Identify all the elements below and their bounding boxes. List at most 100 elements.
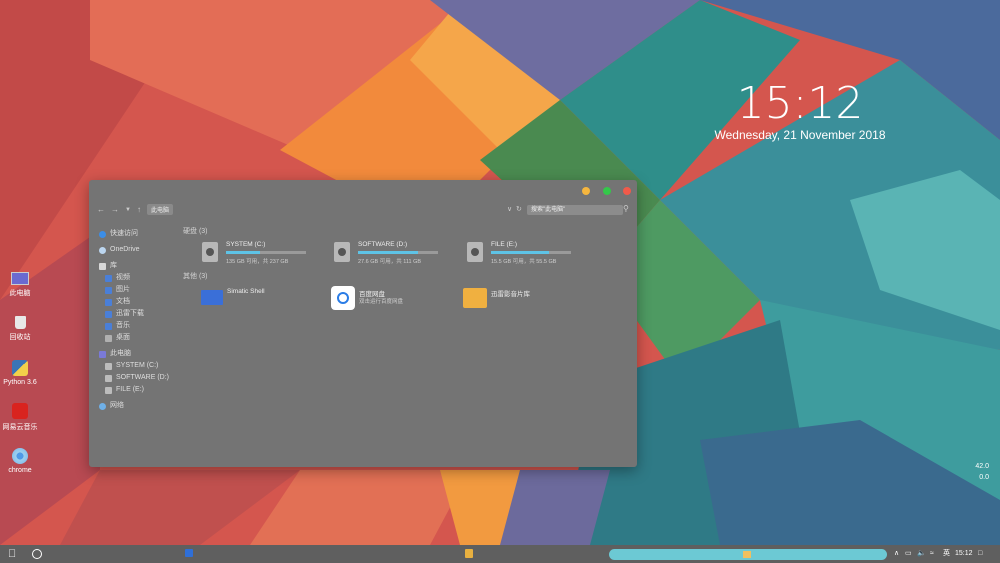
- minimize-button[interactable]: [582, 187, 590, 195]
- computer-icon: [11, 272, 29, 285]
- drive-item-e[interactable]: FILE (E:) 15.5 GB 可用，共 55.5 GB: [467, 240, 577, 266]
- download-folder-icon: [105, 310, 112, 318]
- notification-icon[interactable]: □: [978, 545, 982, 563]
- desktop-icon-python[interactable]: Python 3.6: [0, 360, 40, 386]
- drive-usage-bar: [358, 251, 438, 254]
- folder-icon: [743, 551, 751, 558]
- sidebar-item-network[interactable]: 网络: [99, 400, 179, 412]
- drive-space: 135 GB 可用，共 237 GB: [226, 259, 289, 265]
- meter-readout: 42.0 0.0: [969, 461, 989, 483]
- navigation-pane: 快速访问 OneDrive 库 视频 图片 文档 迅雷下载 音乐 桌面 此电脑 …: [99, 228, 179, 412]
- cortana-circle-icon[interactable]: [32, 549, 42, 559]
- apple-logo-icon[interactable]: : [8, 548, 18, 560]
- drive-name: SYSTEM (C:): [226, 241, 266, 248]
- app-item-baidu-netdisk[interactable]: 百度网盘 双击运行百度网盘: [331, 286, 451, 312]
- sidebar-item-label: OneDrive: [110, 246, 140, 253]
- sidebar-item-xunlei-downloads[interactable]: 迅雷下载: [99, 308, 179, 320]
- sidebar-item-music[interactable]: 音乐: [99, 320, 179, 332]
- network-tray-icon[interactable]: ≈: [930, 545, 934, 563]
- battery-icon[interactable]: ▭: [905, 545, 912, 563]
- forward-arrow-icon[interactable]: →: [111, 205, 119, 214]
- desktop-icon-chrome[interactable]: chrome: [0, 448, 40, 474]
- video-folder-icon: [105, 274, 112, 282]
- file-explorer-window[interactable]: ← → ▼ ↑ 此电脑 ∨ ↻ 搜索"此电脑" ⚲ 快速访问 OneDrive …: [89, 180, 637, 467]
- sidebar-item-label: 文档: [116, 298, 130, 305]
- search-input[interactable]: 搜索"此电脑": [527, 205, 623, 215]
- clock-date: Wednesday, 21 November 2018: [714, 128, 886, 142]
- chrome-icon: [12, 448, 28, 464]
- sidebar-item-label: SOFTWARE (D:): [116, 374, 170, 381]
- taskbar-app-icon[interactable]: [185, 549, 193, 557]
- netease-music-icon: [12, 403, 28, 419]
- drive-item-d[interactable]: SOFTWARE (D:) 27.6 GB 可用，共 111 GB: [334, 240, 444, 266]
- chevron-down-icon[interactable]: ▼: [125, 207, 131, 213]
- meter-readout-line2: 0.0: [979, 474, 989, 481]
- sidebar-item-onedrive[interactable]: OneDrive: [99, 244, 179, 256]
- desktop-icon-label: 此电脑: [9, 290, 31, 297]
- drives-group-heading[interactable]: 硬盘 (3): [183, 226, 208, 236]
- hard-drive-icon: [467, 242, 483, 262]
- folder-name: Simatic Shell: [227, 288, 265, 295]
- drive-item-c[interactable]: SYSTEM (C:) 135 GB 可用，共 237 GB: [202, 240, 312, 266]
- library-icon: [99, 262, 106, 270]
- dropdown-chevron-icon[interactable]: ∨: [507, 205, 512, 213]
- sidebar-item-documents[interactable]: 文档: [99, 296, 179, 308]
- folder-item-simatic-shell[interactable]: Simatic Shell: [199, 286, 319, 312]
- sidebar-item-library[interactable]: 库: [99, 260, 179, 272]
- desktop-folder-icon: [105, 334, 112, 342]
- drive-usage-fill: [226, 251, 261, 254]
- drive-usage-bar: [226, 251, 306, 254]
- desktop-icon-label: Python 3.6: [3, 379, 37, 386]
- drive-usage-bar: [491, 251, 571, 254]
- taskbar-clock[interactable]: 15:12: [955, 545, 973, 563]
- tray-chevron-up-icon[interactable]: ∧: [894, 545, 899, 563]
- baidu-netdisk-icon: [331, 286, 355, 310]
- desktop-icon-recycle-bin[interactable]: 回收站: [0, 316, 40, 342]
- sidebar-item-videos[interactable]: 视频: [99, 272, 179, 284]
- hard-drive-icon: [334, 242, 350, 262]
- refresh-icon[interactable]: ↻: [516, 205, 522, 213]
- sidebar-item-pictures[interactable]: 图片: [99, 284, 179, 296]
- input-language[interactable]: 英: [943, 545, 950, 563]
- cloud-icon: [99, 246, 106, 254]
- drive-icon: [105, 386, 112, 394]
- sidebar-item-drive-c[interactable]: SYSTEM (C:): [99, 360, 179, 372]
- up-arrow-icon[interactable]: ↑: [137, 205, 141, 214]
- sidebar-item-label: 库: [110, 262, 117, 269]
- sidebar-item-quick-access[interactable]: 快速访问: [99, 228, 179, 240]
- desktop-icon-netease-music[interactable]: 网易云音乐: [0, 403, 40, 432]
- address-bar[interactable]: 此电脑: [146, 204, 173, 215]
- sidebar-item-label: 迅雷下载: [116, 310, 144, 317]
- computer-icon: [99, 350, 106, 358]
- sidebar-item-desktop[interactable]: 桌面: [99, 332, 179, 344]
- python-icon: [12, 360, 28, 376]
- desktop-icon-label: 网易云音乐: [2, 424, 38, 431]
- sidebar-item-drive-e[interactable]: FILE (E:): [99, 384, 179, 396]
- taskbar-active-window-pill[interactable]: [609, 549, 887, 560]
- sidebar-item-label: FILE (E:): [116, 386, 145, 393]
- back-arrow-icon[interactable]: ←: [97, 205, 105, 214]
- search-icon[interactable]: ⚲: [623, 204, 629, 213]
- clock-time: 15:12: [736, 78, 864, 129]
- drive-icon: [105, 374, 112, 382]
- sidebar-item-drive-d[interactable]: SOFTWARE (D:): [99, 372, 179, 384]
- xunlei-folder-icon: [463, 288, 487, 308]
- hard-drive-icon: [202, 242, 218, 262]
- close-button[interactable]: [623, 187, 631, 195]
- desktop-icon-this-pc[interactable]: 此电脑: [0, 272, 40, 298]
- other-group-heading[interactable]: 其他 (3): [183, 271, 208, 281]
- app-description: 双击运行百度网盘: [359, 299, 404, 305]
- sidebar-item-label: 视频: [116, 274, 130, 281]
- blue-folder-icon: [201, 290, 223, 305]
- sidebar-item-label: SYSTEM (C:): [116, 362, 159, 369]
- folder-item-xunlei-library[interactable]: 迅雷影音片库: [463, 286, 603, 312]
- drive-name: FILE (E:): [491, 241, 518, 248]
- taskbar-explorer-icon[interactable]: [465, 549, 473, 558]
- clock-widget: 15:12 Wednesday, 21 November 2018: [700, 78, 900, 143]
- drive-usage-fill: [358, 251, 418, 254]
- maximize-button[interactable]: [603, 187, 611, 195]
- sidebar-item-this-pc[interactable]: 此电脑: [99, 348, 179, 360]
- volume-icon[interactable]: 🔈: [917, 545, 926, 563]
- drive-space: 27.6 GB 可用，共 111 GB: [358, 259, 422, 265]
- sidebar-item-label: 此电脑: [110, 350, 131, 357]
